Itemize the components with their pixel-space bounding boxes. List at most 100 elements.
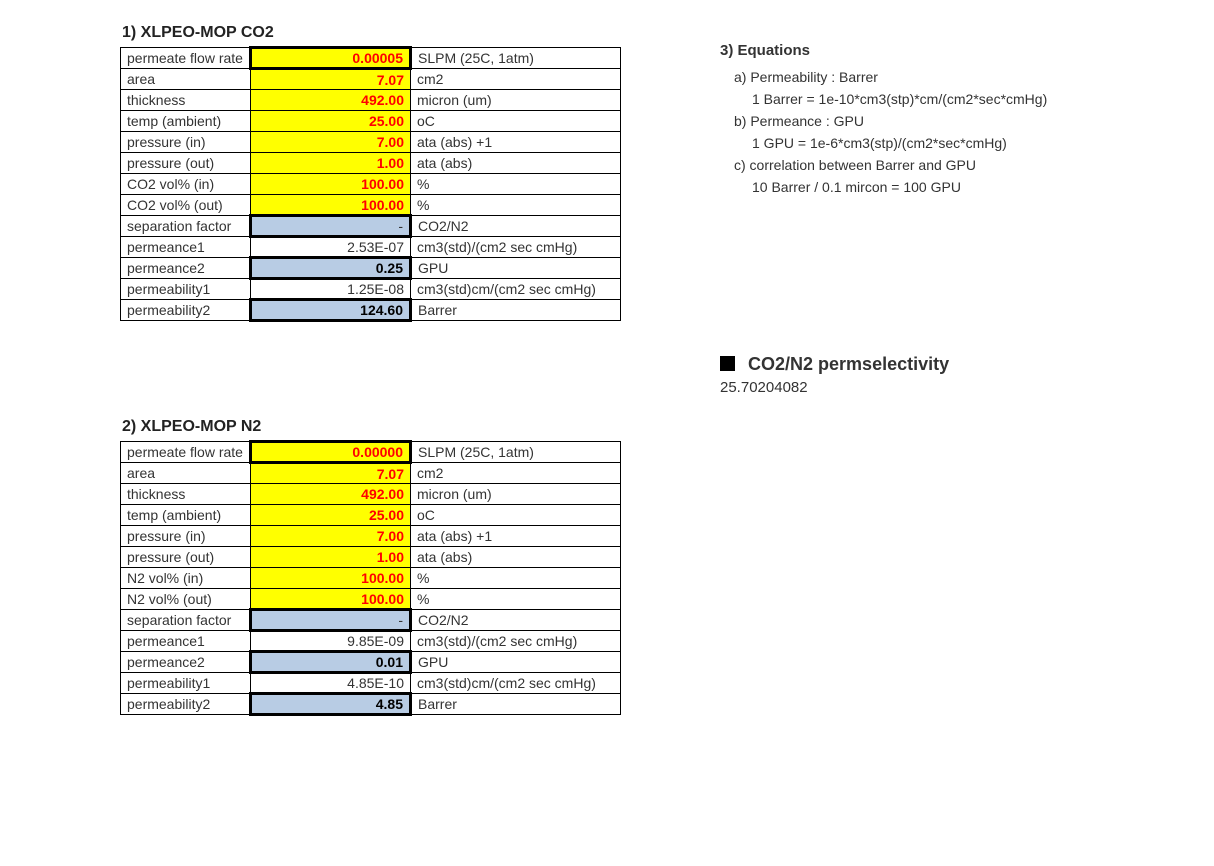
row-unit: micron (um) [411,90,621,111]
equation-line: b) Permeance : GPU [720,110,1150,132]
row-value[interactable]: 4.85E-10 [251,673,411,694]
row-unit: cm2 [411,69,621,90]
row-unit: cm3(std)cm/(cm2 sec cmHg) [411,279,621,300]
table-row: thickness492.00micron (um) [121,90,621,111]
row-label: thickness [121,90,251,111]
row-value[interactable]: 100.00 [251,174,411,195]
row-unit: % [411,568,621,589]
equations-block: 3) Equations a) Permeability : Barrer1 B… [720,40,1150,198]
equation-line: 1 GPU = 1e-6*cm3(stp)/(cm2*sec*cmHg) [720,132,1150,154]
row-unit: ata (abs) +1 [411,132,621,153]
row-value[interactable]: 7.07 [251,69,411,90]
row-value[interactable]: 9.85E-09 [251,631,411,652]
table-row: pressure (in)7.00ata (abs) +1 [121,526,621,547]
table-row: temp (ambient)25.00oC [121,505,621,526]
section-title-n2: 2) XLPEO-MOP N2 [122,418,1214,436]
table-row: pressure (out)1.00ata (abs) [121,153,621,174]
table-row: temp (ambient)25.00oC [121,111,621,132]
row-label: permeability2 [121,694,251,715]
row-value[interactable]: 0.00000 [251,442,411,463]
table-row: permeability14.85E-10cm3(std)cm/(cm2 sec… [121,673,621,694]
equation-line: a) Permeability : Barrer [720,66,1150,88]
row-unit: oC [411,111,621,132]
table-row: N2 vol% (out)100.00% [121,589,621,610]
table-row: permeate flow rate0.00000SLPM (25C, 1atm… [121,442,621,463]
equation-line: c) correlation between Barrer and GPU [720,154,1150,176]
row-value[interactable]: 7.00 [251,132,411,153]
row-unit: SLPM (25C, 1atm) [411,442,621,463]
row-value[interactable]: 492.00 [251,484,411,505]
table-row: area7.07cm2 [121,69,621,90]
equation-line: 10 Barrer / 0.1 mircon = 100 GPU [720,176,1150,198]
row-unit: GPU [411,652,621,673]
row-value[interactable]: 7.00 [251,526,411,547]
row-value[interactable]: 492.00 [251,90,411,111]
row-label: permeability1 [121,673,251,694]
row-label: temp (ambient) [121,505,251,526]
table-row: N2 vol% (in)100.00% [121,568,621,589]
table-row: permeability24.85Barrer [121,694,621,715]
table-row: permeability11.25E-08cm3(std)cm/(cm2 sec… [121,279,621,300]
row-value[interactable]: 100.00 [251,195,411,216]
row-value[interactable]: 0.25 [251,258,411,279]
row-label: permeate flow rate [121,442,251,463]
row-value[interactable]: 0.00005 [251,48,411,69]
row-label: temp (ambient) [121,111,251,132]
table-co2: permeate flow rate0.00005SLPM (25C, 1atm… [120,46,621,322]
row-label: pressure (out) [121,547,251,568]
row-value[interactable]: 25.00 [251,505,411,526]
table-row: permeance12.53E-07cm3(std)/(cm2 sec cmHg… [121,237,621,258]
row-unit: ata (abs) [411,547,621,568]
row-unit: % [411,589,621,610]
row-label: permeance1 [121,631,251,652]
row-label: permeability1 [121,279,251,300]
table-row: permeability2124.60Barrer [121,300,621,321]
row-value[interactable]: 1.00 [251,547,411,568]
row-value[interactable]: 1.00 [251,153,411,174]
row-value[interactable]: 0.01 [251,652,411,673]
row-value[interactable]: 25.00 [251,111,411,132]
table-row: CO2 vol% (in)100.00% [121,174,621,195]
row-value[interactable]: 4.85 [251,694,411,715]
row-unit: cm2 [411,463,621,484]
row-label: area [121,69,251,90]
row-label: CO2 vol% (in) [121,174,251,195]
row-value[interactable]: - [251,216,411,237]
permselectivity-block: CO2/N2 permselectivity 25.70204082 [720,354,949,396]
row-unit: cm3(std)cm/(cm2 sec cmHg) [411,673,621,694]
row-value[interactable]: 124.60 [251,300,411,321]
row-unit: CO2/N2 [411,610,621,631]
table-row: pressure (in)7.00ata (abs) +1 [121,132,621,153]
row-value[interactable]: - [251,610,411,631]
row-unit: ata (abs) +1 [411,526,621,547]
row-value[interactable]: 1.25E-08 [251,279,411,300]
row-label: permeance2 [121,258,251,279]
permselectivity-value: 25.70204082 [720,379,949,396]
table-n2: permeate flow rate0.00000SLPM (25C, 1atm… [120,440,621,716]
page: 1) XLPEO-MOP CO2 permeate flow rate0.000… [0,0,1214,866]
table-row: permeance20.25GPU [121,258,621,279]
row-value[interactable]: 100.00 [251,568,411,589]
equation-line: 1 Barrer = 1e-10*cm3(stp)*cm/(cm2*sec*cm… [720,88,1150,110]
row-label: separation factor [121,216,251,237]
row-unit: Barrer [411,300,621,321]
row-label: separation factor [121,610,251,631]
row-value[interactable]: 2.53E-07 [251,237,411,258]
equations-lines: a) Permeability : Barrer1 Barrer = 1e-10… [720,66,1150,198]
table-row: area7.07cm2 [121,463,621,484]
row-unit: micron (um) [411,484,621,505]
row-unit: GPU [411,258,621,279]
permselectivity-title: CO2/N2 permselectivity [748,354,949,374]
row-value[interactable]: 100.00 [251,589,411,610]
table-row: separation factor-CO2/N2 [121,216,621,237]
table-row: permeance19.85E-09cm3(std)/(cm2 sec cmHg… [121,631,621,652]
row-unit: CO2/N2 [411,216,621,237]
row-label: permeance1 [121,237,251,258]
row-unit: cm3(std)/(cm2 sec cmHg) [411,237,621,258]
row-label: thickness [121,484,251,505]
row-unit: % [411,195,621,216]
row-value[interactable]: 7.07 [251,463,411,484]
row-label: permeance2 [121,652,251,673]
row-label: permeability2 [121,300,251,321]
table-row: CO2 vol% (out)100.00% [121,195,621,216]
